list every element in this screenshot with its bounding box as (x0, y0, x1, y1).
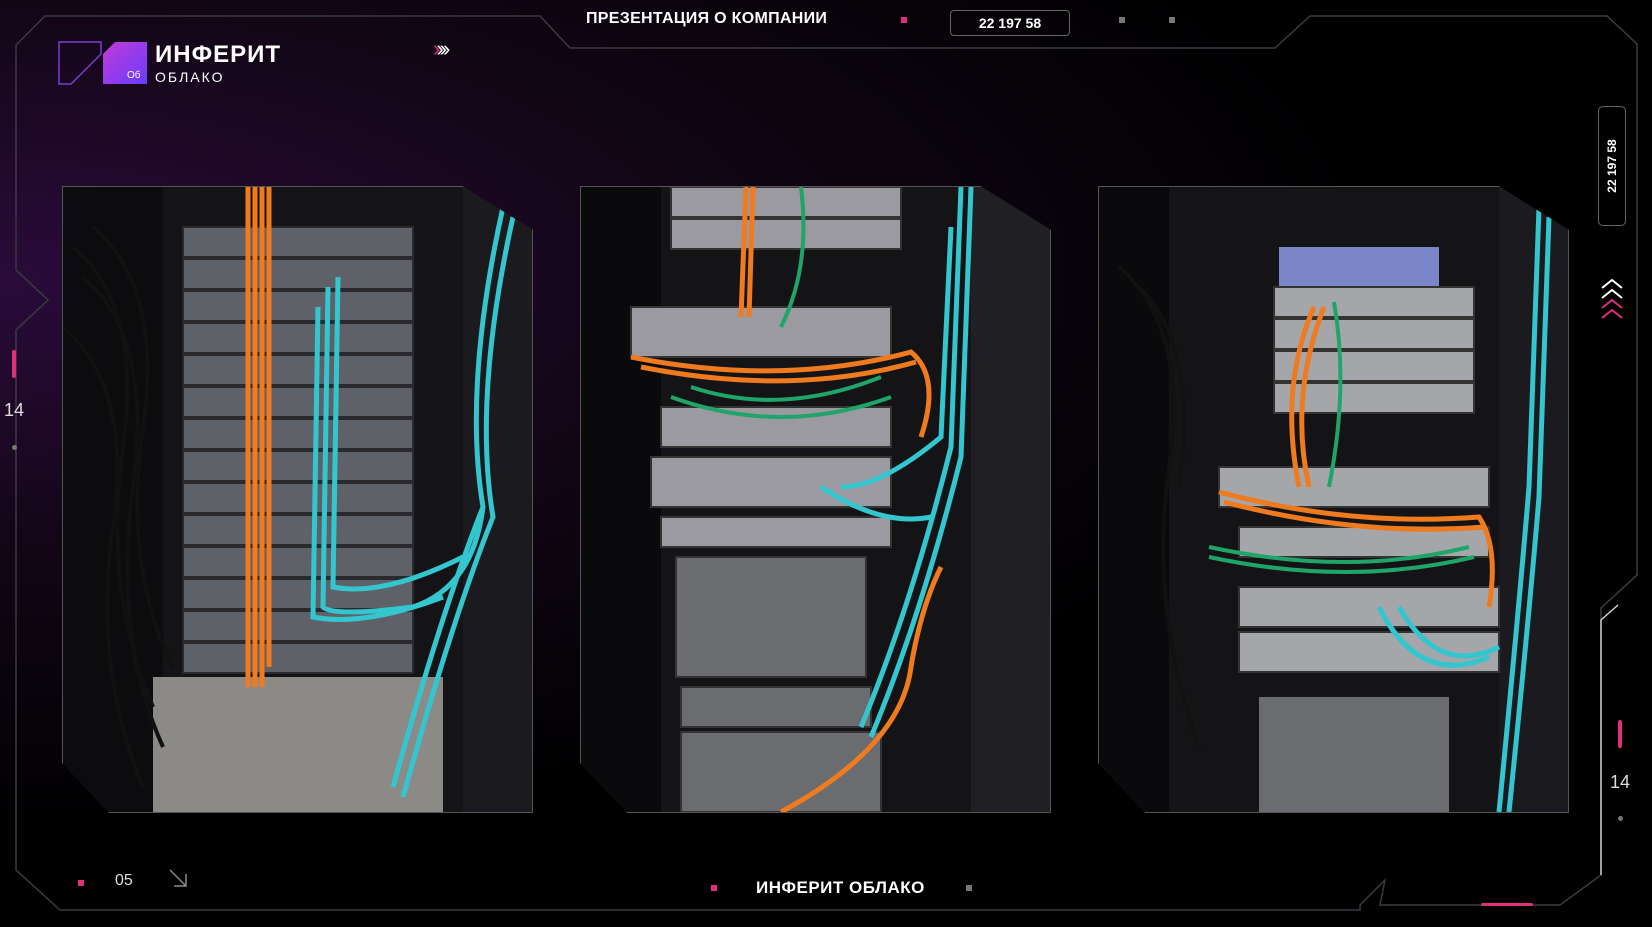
logo-icon: Об (57, 40, 147, 86)
footer-title: ИНФЕРИТ ОБЛАКО (756, 878, 925, 897)
left-side-number: 14 (4, 400, 25, 420)
side-dot (12, 445, 17, 450)
brand-subtitle: ОБЛАКО (155, 68, 225, 85)
chevrons-up-icon (1601, 278, 1623, 319)
logo-mark-label: Об (127, 70, 141, 81)
accent-dot (711, 885, 717, 891)
side-counter-value: 22 197 58 (1605, 139, 1619, 193)
header-counter: 22 197 58 (950, 10, 1070, 36)
grey-dot (1169, 17, 1175, 23)
arrow-down-right-icon (169, 869, 187, 887)
brand-title: ИНФЕРИТ (155, 40, 281, 68)
chevrons-right-icon: ›››› (433, 36, 450, 61)
side-accent-bar (1618, 720, 1622, 748)
side-dot (1618, 816, 1623, 821)
presentation-title: ПРЕЗЕНТАЦИЯ О КОМПАНИИ (586, 10, 828, 27)
accent-dot (901, 17, 907, 23)
page-number: 05 (115, 872, 133, 889)
server-rack-photo-3 (1098, 186, 1569, 813)
right-side-number: 14 (1610, 772, 1631, 792)
side-counter: 22 197 58 (1598, 106, 1626, 226)
accent-underline (1481, 903, 1533, 906)
server-rack-photo-1 (62, 186, 533, 813)
accent-dot (78, 880, 84, 886)
server-rack-photo-2 (580, 186, 1051, 813)
brand-logo[interactable]: Об ИНФЕРИТ ОБЛАКО (57, 40, 281, 86)
grey-dot (1119, 17, 1125, 23)
grey-dot (966, 885, 972, 891)
side-accent-bar (12, 350, 16, 378)
